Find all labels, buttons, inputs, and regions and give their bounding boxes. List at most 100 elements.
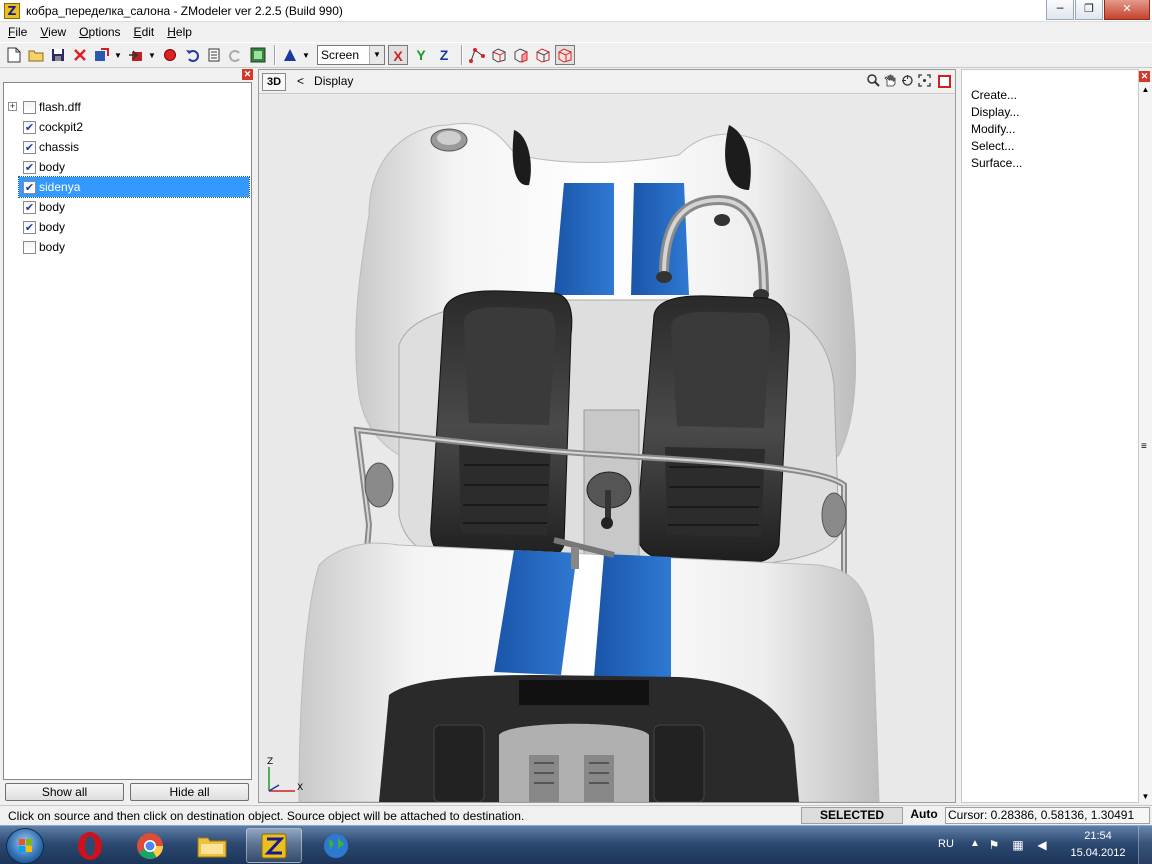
viewport-canvas[interactable]: Z X <box>259 95 955 802</box>
tree-item[interactable]: ✔ body <box>4 197 251 217</box>
windows-taskbar: RU ▲ ⚑ ▦ ◀ 21:54 15.04.2012 <box>0 825 1152 864</box>
flag-notification-icon[interactable]: ⚑ <box>986 837 1002 853</box>
language-indicator[interactable]: RU <box>938 838 954 850</box>
zoom-icon[interactable] <box>866 74 881 89</box>
modify-menu-item[interactable]: Modify... <box>971 122 1015 136</box>
selection-mode-indicator[interactable]: SELECTED MODE <box>801 807 903 837</box>
create-menu-item[interactable]: Create... <box>971 88 1017 102</box>
main-toolbar: ▼ ▼ ▼ Screen ▼ X Y Z <box>0 42 1152 68</box>
face-select-icon[interactable] <box>511 45 531 65</box>
menu-view[interactable]: View <box>34 22 73 42</box>
menu-file[interactable]: File <box>2 22 34 42</box>
clock-date[interactable]: 15.04.2012 <box>1068 847 1128 859</box>
visibility-checkbox[interactable] <box>23 101 36 114</box>
export-icon[interactable] <box>126 45 146 65</box>
zmodeler-app-icon[interactable]: Z <box>4 3 20 19</box>
viewport-display-link[interactable]: < Display <box>297 74 353 88</box>
undo-icon[interactable] <box>182 45 202 65</box>
visibility-checkbox[interactable]: ✔ <box>23 121 36 134</box>
box-select-icon[interactable] <box>489 45 509 65</box>
zmodeler-taskbar-icon[interactable] <box>246 828 302 863</box>
clock-time[interactable]: 21:54 <box>1068 830 1128 842</box>
show-all-button[interactable]: Show all <box>5 783 124 801</box>
visibility-checkbox[interactable]: ✔ <box>23 221 36 234</box>
surface-menu-item[interactable]: Surface... <box>971 156 1022 170</box>
vertex-select-icon[interactable] <box>467 45 487 65</box>
axis-z-button[interactable]: Z <box>434 45 454 65</box>
show-desktop-button[interactable] <box>1138 826 1152 864</box>
visibility-checkbox[interactable]: ✔ <box>23 161 36 174</box>
volume-icon[interactable]: ◀ <box>1034 837 1050 853</box>
close-tree-panel-icon[interactable]: ✕ <box>242 69 253 80</box>
tree-item[interactable]: body <box>4 237 251 257</box>
scroll-grip-icon[interactable]: ≡ <box>1141 441 1147 452</box>
new-file-icon[interactable] <box>4 45 24 65</box>
tree-item[interactable]: ✔ body <box>4 217 251 237</box>
open-folder-icon[interactable] <box>26 45 46 65</box>
auto-mode-indicator[interactable]: Auto <box>905 807 943 824</box>
explorer-taskbar-icon[interactable] <box>184 828 240 863</box>
record-icon[interactable] <box>160 45 180 65</box>
hide-all-button[interactable]: Hide all <box>130 783 249 801</box>
tree-item-label: body <box>39 160 66 174</box>
import-icon[interactable] <box>92 45 112 65</box>
coordinate-system-select[interactable]: Screen ▼ <box>317 45 385 65</box>
tree-item-label: sidenya <box>18 176 250 198</box>
tree-item-label: body <box>39 220 66 234</box>
viewport-mode-button[interactable]: 3D <box>262 73 286 91</box>
object-tree-panel: ✕ + flash.dff ✔ cockpit2 ✔ chassis ✔ bod… <box>3 69 253 803</box>
show-hidden-icons[interactable]: ▲ <box>970 838 980 849</box>
tree-item-selected[interactable]: ✔ sidenya <box>4 176 251 198</box>
display-menu-item[interactable]: Display... <box>971 105 1019 119</box>
tree-item[interactable]: ✔ body <box>4 157 251 177</box>
mesh-select-icon[interactable] <box>555 45 575 65</box>
tree-item[interactable]: ✔ chassis <box>4 137 251 157</box>
triangle-tool-icon[interactable] <box>280 45 300 65</box>
globe-taskbar-icon[interactable] <box>308 828 364 863</box>
visibility-checkbox[interactable]: ✔ <box>23 181 36 194</box>
visibility-checkbox[interactable]: ✔ <box>23 141 36 154</box>
object-select-icon[interactable] <box>533 45 553 65</box>
redo-icon[interactable] <box>226 45 246 65</box>
title-bar: Z кобра_переделка_салона - ZModeler ver … <box>0 0 1152 22</box>
menu-options[interactable]: Options <box>73 22 127 42</box>
minimize-button[interactable]: ─ <box>1046 0 1074 20</box>
properties-icon[interactable] <box>204 45 224 65</box>
menu-help[interactable]: Help <box>161 22 199 42</box>
menu-bar: File View Options Edit Help <box>0 22 1152 42</box>
zoom-extents-icon[interactable] <box>917 74 932 89</box>
select-menu-item[interactable]: Select... <box>971 139 1014 153</box>
expand-icon[interactable]: + <box>8 102 17 111</box>
close-command-panel-icon[interactable]: ✕ <box>1139 71 1150 82</box>
pan-hand-icon[interactable] <box>883 74 898 89</box>
close-window-button[interactable]: ✕ <box>1104 0 1150 20</box>
delete-icon[interactable] <box>70 45 90 65</box>
save-icon[interactable] <box>48 45 68 65</box>
export-dropdown-icon[interactable]: ▼ <box>148 51 156 60</box>
toolbar-separator <box>461 45 463 65</box>
tree-item[interactable]: + flash.dff <box>4 97 251 117</box>
opera-taskbar-icon[interactable] <box>62 828 118 863</box>
axis-y-button[interactable]: Y <box>411 45 431 65</box>
scroll-up-icon[interactable]: ▲ <box>1139 83 1152 96</box>
import-dropdown-icon[interactable]: ▼ <box>114 51 122 60</box>
chrome-taskbar-icon[interactable] <box>122 828 178 863</box>
render-icon[interactable] <box>248 45 268 65</box>
triangle-dropdown-icon[interactable]: ▼ <box>302 51 310 60</box>
visibility-checkbox[interactable]: ✔ <box>23 201 36 214</box>
gizmo-z-label: Z <box>267 757 274 767</box>
start-button[interactable] <box>6 828 44 864</box>
menu-edit[interactable]: Edit <box>128 22 162 42</box>
tree-item-label: chassis <box>39 140 80 154</box>
visibility-checkbox[interactable] <box>23 241 36 254</box>
command-panel-scrollbar[interactable]: ▲ ≡ ▼ <box>1139 83 1152 803</box>
rotate-icon[interactable] <box>900 74 915 89</box>
axis-x-button[interactable]: X <box>388 45 408 65</box>
scroll-down-icon[interactable]: ▼ <box>1139 790 1152 803</box>
maximize-button[interactable]: ❐ <box>1075 0 1103 20</box>
tray-icons: ⚑ ▦ ◀ <box>986 837 1058 853</box>
network-icon[interactable]: ▦ <box>1010 837 1026 853</box>
tree-item[interactable]: ✔ cockpit2 <box>4 117 251 137</box>
maximize-viewport-icon[interactable] <box>938 75 951 88</box>
object-tree: + flash.dff ✔ cockpit2 ✔ chassis ✔ body … <box>3 82 252 780</box>
